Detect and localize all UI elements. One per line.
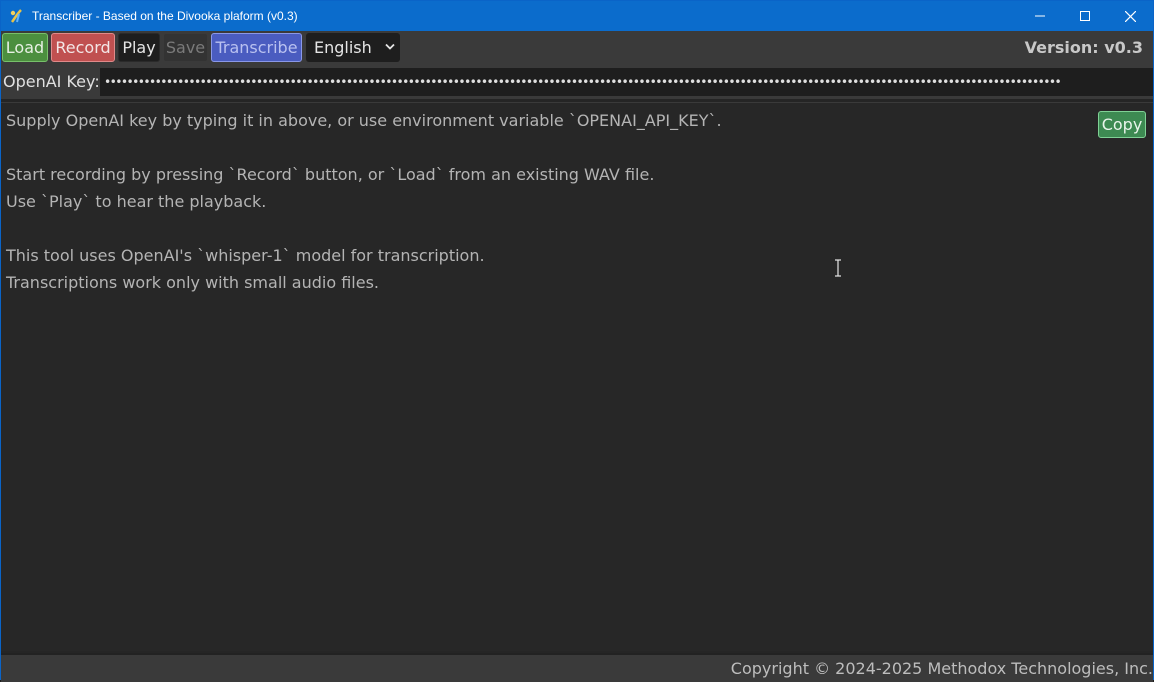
info-line-3: Start recording by pressing `Record` but… [6,165,655,184]
info-line-6: This tool uses OpenAI's `whisper-1` mode… [6,246,485,265]
load-button[interactable]: Load [2,33,48,62]
language-select[interactable]: English [306,33,400,62]
app-icon [10,9,22,23]
maximize-icon [1080,11,1090,21]
copy-button[interactable]: Copy [1098,111,1146,138]
info-line-4: Use `Play` to hear the playback. [6,192,267,211]
language-selected-value: English [314,38,372,57]
minimize-button[interactable] [1017,1,1063,31]
api-key-field[interactable]: ••••••••••••••••••••••••••••••••••••••••… [100,68,1153,96]
app-window: Transcriber - Based on the Divooka plafo… [0,0,1154,682]
play-button[interactable]: Play [118,33,160,62]
window-title: Transcriber - Based on the Divooka plafo… [32,9,298,23]
chevron-down-icon [385,43,395,50]
transcribe-button[interactable]: Transcribe [211,33,302,62]
api-key-row: OpenAI Key: ••••••••••••••••••••••••••••… [1,65,1153,99]
minimize-icon [1035,15,1045,17]
maximize-button[interactable] [1062,1,1108,31]
text-cursor-icon [835,259,841,277]
close-icon [1124,10,1136,22]
status-bar: Copyright © 2024-2025 Methodox Technolog… [1,653,1153,682]
title-bar[interactable]: Transcriber - Based on the Divooka plafo… [1,1,1153,31]
transcript-text-area[interactable]: Supply OpenAI key by typing it in above,… [1,102,1153,651]
info-line-1: Supply OpenAI key by typing it in above,… [6,111,722,130]
api-key-label: OpenAI Key: [3,72,100,91]
copyright-text: Copyright © 2024-2025 Methodox Technolog… [730,659,1153,678]
version-label: Version: v0.3 [1024,38,1143,57]
close-button[interactable] [1107,1,1153,31]
info-line-7: Transcriptions work only with small audi… [6,273,380,292]
save-button[interactable]: Save [163,33,208,62]
toolbar: Load Record Play Save Transcribe English… [1,31,1153,65]
record-button[interactable]: Record [51,33,115,62]
